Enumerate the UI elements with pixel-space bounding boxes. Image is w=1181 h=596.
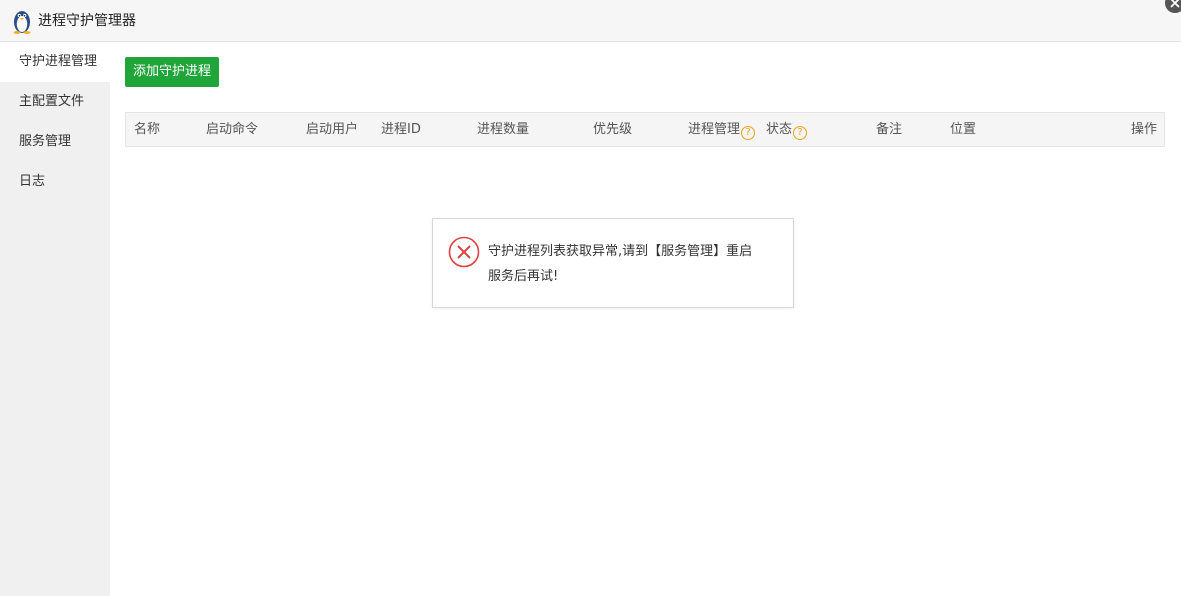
window-title: 进程守护管理器 <box>38 13 136 29</box>
sidebar-item-daemon-management[interactable]: 守护进程管理 <box>0 42 110 82</box>
question-mark-icon[interactable]: ? <box>793 126 808 140</box>
process-table-header: 名称 启动命令 启动用户 进程ID 进程数量 优先级 进程管理? 状态? 备注 … <box>125 112 1165 147</box>
error-x-icon <box>448 236 480 268</box>
column-header-start-user[interactable]: 启动用户 <box>306 113 358 146</box>
error-message-line: 守护进程列表获取异常,请到【服务管理】重启 <box>488 244 753 259</box>
sidebar-item-logs[interactable]: 日志 <box>0 162 110 202</box>
close-icon <box>1170 0 1180 8</box>
sidebar-item-label: 守护进程管理 <box>19 54 98 69</box>
sidebar-item-label: 服务管理 <box>19 134 72 149</box>
sidebar-item-label: 主配置文件 <box>19 94 85 109</box>
column-header-label: 状态 <box>766 122 793 137</box>
column-header-location[interactable]: 位置 <box>950 113 976 146</box>
sidebar: 守护进程管理 主配置文件 服务管理 日志 <box>0 42 110 596</box>
add-daemon-button[interactable]: 添加守护进程 <box>125 57 219 87</box>
error-message-dialog: 守护进程列表获取异常,请到【服务管理】重启 服务后再试! <box>432 218 794 308</box>
error-message-text: 守护进程列表获取异常,请到【服务管理】重启 服务后再试! <box>488 239 783 289</box>
column-header-remark[interactable]: 备注 <box>876 113 902 146</box>
column-header-process-management[interactable]: 进程管理? <box>688 113 756 146</box>
sidebar-item-main-config[interactable]: 主配置文件 <box>0 82 110 122</box>
sidebar-item-service-management[interactable]: 服务管理 <box>0 122 110 162</box>
column-header-name[interactable]: 名称 <box>134 113 160 146</box>
column-header-label: 进程管理 <box>688 122 741 137</box>
question-mark-icon[interactable]: ? <box>741 126 756 140</box>
sidebar-item-label: 日志 <box>19 174 46 189</box>
column-header-priority[interactable]: 优先级 <box>593 113 632 146</box>
column-header-start-command[interactable]: 启动命令 <box>206 113 258 146</box>
close-button[interactable] <box>1165 0 1181 13</box>
column-header-status[interactable]: 状态? <box>766 113 808 146</box>
penguin-logo-icon <box>11 8 33 34</box>
error-message-line: 服务后再试! <box>488 269 559 284</box>
column-header-process-id[interactable]: 进程ID <box>381 113 421 146</box>
column-header-process-count[interactable]: 进程数量 <box>477 113 529 146</box>
title-bar: 进程守护管理器 <box>0 0 1181 42</box>
column-header-actions[interactable]: 操作 <box>1131 113 1157 146</box>
app-window: 进程守护管理器 守护进程管理 主配置文件 服务管理 日志 添加守护进程 名称 启… <box>0 0 1181 596</box>
